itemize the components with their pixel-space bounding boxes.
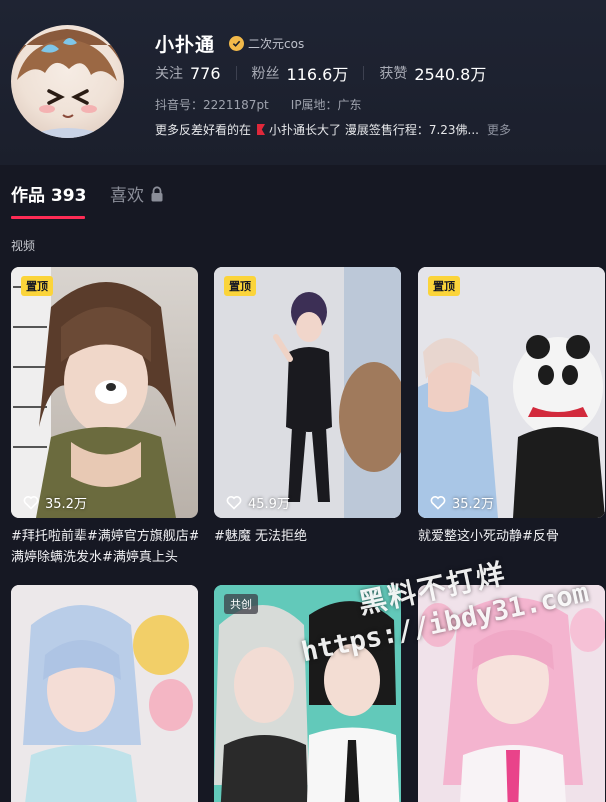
- pinned-badge: 置顶: [428, 276, 460, 296]
- name-row: 小扑通 二次元cos: [155, 30, 304, 56]
- profile-header: 小扑通 二次元cos 关注 776 粉丝 116.6万 获赞 2540.8万 抖…: [0, 0, 606, 165]
- tab-likes[interactable]: 喜欢: [110, 181, 164, 206]
- following-count[interactable]: 776: [190, 64, 221, 83]
- profile-bio[interactable]: 更多反差好看的在 小扑通长大了 漫展签售行程：7.23佛... 更多: [155, 121, 511, 138]
- collab-badge: 共创: [224, 594, 258, 614]
- profile-meta: 抖音号：2221187pt IP属地：广东: [155, 96, 362, 113]
- video-card[interactable]: 置顶 35.2万 #拜托啦前辈#满婷官方旗舰店#满婷除螨洗发水#满婷真上头: [11, 267, 198, 570]
- likes-received-label: 获赞: [379, 66, 408, 82]
- profile-name: 小扑通: [155, 33, 216, 56]
- video-thumbnail[interactable]: 置顶 45.9万: [214, 267, 401, 518]
- heart-icon: [226, 496, 242, 510]
- lock-icon: [151, 185, 163, 201]
- avatar[interactable]: [11, 25, 124, 138]
- verified-check-icon: [229, 35, 245, 51]
- bio-text-end: 小扑通长大了 漫展签售行程：7.23佛...: [269, 123, 479, 137]
- bio-text-start: 更多反差好看的在: [155, 123, 252, 137]
- heart-icon: [430, 496, 446, 510]
- active-tab-indicator: [11, 216, 85, 219]
- video-likes: 35.2万: [430, 493, 494, 512]
- pinned-badge: 置顶: [224, 276, 256, 296]
- bio-more-link[interactable]: 更多: [487, 121, 511, 138]
- video-thumbnail[interactable]: [11, 585, 198, 802]
- video-likes-count: 35.2万: [452, 497, 494, 512]
- likes-received-count: 2540.8万: [414, 65, 487, 84]
- verify-category: 二次元cos: [248, 36, 305, 51]
- video-likes-count: 35.2万: [45, 497, 87, 512]
- section-label-videos: 视频: [11, 239, 36, 253]
- video-caption[interactable]: #拜托啦前辈#满婷官方旗舰店#满婷除螨洗发水#满婷真上头: [11, 526, 198, 568]
- flag-icon: [257, 124, 266, 135]
- douyin-id: 抖音号：2221187pt: [155, 98, 269, 112]
- video-likes: 35.2万: [23, 493, 87, 512]
- video-card[interactable]: 置顶 35.2万 就爱整这小死动静#反骨: [418, 267, 605, 570]
- video-card[interactable]: [11, 585, 198, 802]
- video-likes-count: 45.9万: [248, 497, 290, 512]
- pinned-badge: 置顶: [21, 276, 53, 296]
- video-caption[interactable]: #魅魔 无法拒绝: [214, 526, 401, 547]
- video-thumbnail[interactable]: 置顶 35.2万: [418, 267, 605, 518]
- video-likes: 45.9万: [226, 493, 290, 512]
- stat-divider: [363, 66, 365, 80]
- followers-label[interactable]: 粉丝: [252, 63, 280, 83]
- heart-icon: [23, 496, 39, 510]
- video-card[interactable]: 置顶 45.9万 #魅魔 无法拒绝: [214, 267, 401, 570]
- profile-tabs: 作品 393 喜欢: [0, 165, 606, 222]
- following-label[interactable]: 关注: [155, 63, 183, 83]
- profile-stats: 关注 776 粉丝 116.6万 获赞 2540.8万: [155, 61, 487, 85]
- followers-count[interactable]: 116.6万: [287, 61, 349, 85]
- tab-likes-label: 喜欢: [110, 186, 144, 206]
- video-thumbnail[interactable]: 置顶 35.2万: [11, 267, 198, 518]
- stat-divider: [235, 66, 237, 80]
- tab-works[interactable]: 作品 393: [11, 181, 86, 206]
- ip-location: IP属地：广东: [290, 98, 362, 112]
